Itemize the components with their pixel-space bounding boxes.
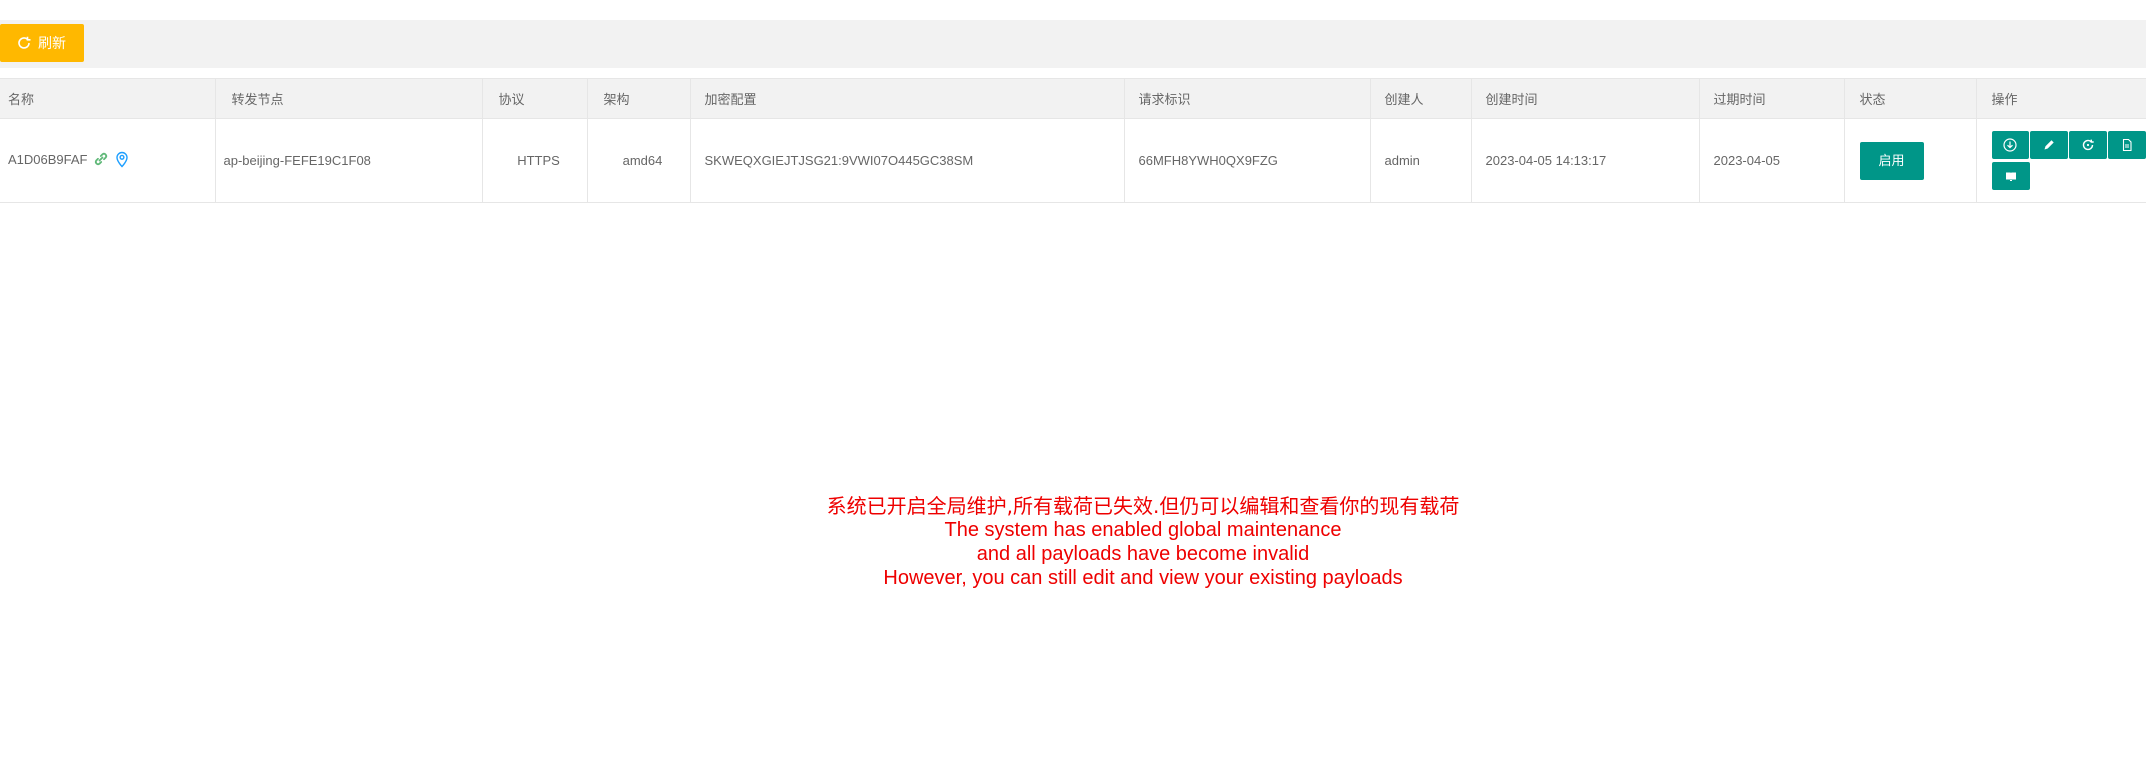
- notice-chinese: 系统已开启全局维护,所有载荷已失效.但仍可以编辑和查看你的现有载荷: [826, 494, 1460, 518]
- column-header-node: 转发节点: [215, 78, 483, 119]
- refresh-button[interactable]: 刷新: [0, 24, 84, 62]
- column-header-expires-at: 过期时间: [1699, 78, 1845, 119]
- column-header-arch: 架构: [587, 78, 691, 119]
- download-icon: [2003, 138, 2017, 152]
- download-button[interactable]: [1991, 131, 2030, 159]
- refresh-icon: [18, 36, 31, 49]
- maintenance-notice: 系统已开启全局维护,所有载荷已失效.但仍可以编辑和查看你的现有载荷 The sy…: [140, 494, 2146, 590]
- actions-row-2: [1991, 162, 2146, 190]
- status-toggle-button[interactable]: 启用: [1859, 141, 1924, 180]
- regenerate-button[interactable]: [2069, 131, 2107, 159]
- actions-row-1: [1991, 131, 2145, 159]
- cell-creator: admin: [1370, 118, 1472, 203]
- table-header-row: 名称 转发节点 协议 架构 加密配置 请求标识 创建人 创建时间 过期时间 状态…: [0, 78, 2146, 119]
- edit-button[interactable]: [2030, 131, 2068, 159]
- guide-button[interactable]: [1991, 162, 2030, 190]
- edit-icon: [2044, 140, 2054, 150]
- cell-arch: amd64: [587, 118, 691, 203]
- table-row: A1D06B9FAF ap-beijing-FEFE19C1F08 HTTPS …: [0, 118, 2146, 203]
- column-header-crypto: 加密配置: [690, 78, 1125, 119]
- column-header-created-at: 创建时间: [1471, 78, 1700, 119]
- cell-request-id: 66MFH8YWH0QX9FZG: [1124, 118, 1371, 203]
- cell-protocol: HTTPS: [482, 118, 588, 203]
- cell-actions: [1976, 118, 2146, 203]
- document-icon: [2122, 138, 2132, 152]
- cell-status: 启用: [1844, 118, 1977, 203]
- payload-table: 名称 转发节点 协议 架构 加密配置 请求标识 创建人 创建时间 过期时间 状态…: [0, 78, 2146, 203]
- column-header-creator: 创建人: [1370, 78, 1472, 119]
- notice-english-line-3: However, you can still edit and view you…: [883, 567, 1403, 589]
- refresh-icon: [2082, 139, 2094, 151]
- notice-english-line-2: and all payloads have become invalid: [976, 543, 1310, 565]
- column-header-request-id: 请求标识: [1124, 78, 1371, 119]
- column-header-status: 状态: [1844, 78, 1977, 119]
- column-header-protocol: 协议: [482, 78, 588, 119]
- payload-name: A1D06B9FAF: [8, 151, 88, 167]
- refresh-label: 刷新: [38, 35, 66, 51]
- cell-expires-at: 2023-04-05: [1699, 118, 1845, 203]
- link-icon[interactable]: [92, 151, 110, 170]
- notice-english-line-1: The system has enabled global maintenanc…: [944, 519, 1342, 541]
- cell-node: ap-beijing-FEFE19C1F08: [215, 118, 483, 203]
- column-header-name: 名称: [0, 78, 216, 119]
- view-document-button[interactable]: [2107, 131, 2145, 159]
- toolbar: 刷新: [0, 20, 2146, 68]
- column-header-actions: 操作: [1976, 78, 2146, 119]
- book-icon: [2005, 172, 2016, 181]
- cell-created-at: 2023-04-05 14:13:17: [1471, 118, 1700, 203]
- cell-name: A1D06B9FAF: [0, 118, 216, 203]
- location-icon[interactable]: [114, 150, 130, 171]
- cell-crypto: SKWEQXGIEJTJSG21:9VWI07O445GC38SM: [690, 118, 1125, 203]
